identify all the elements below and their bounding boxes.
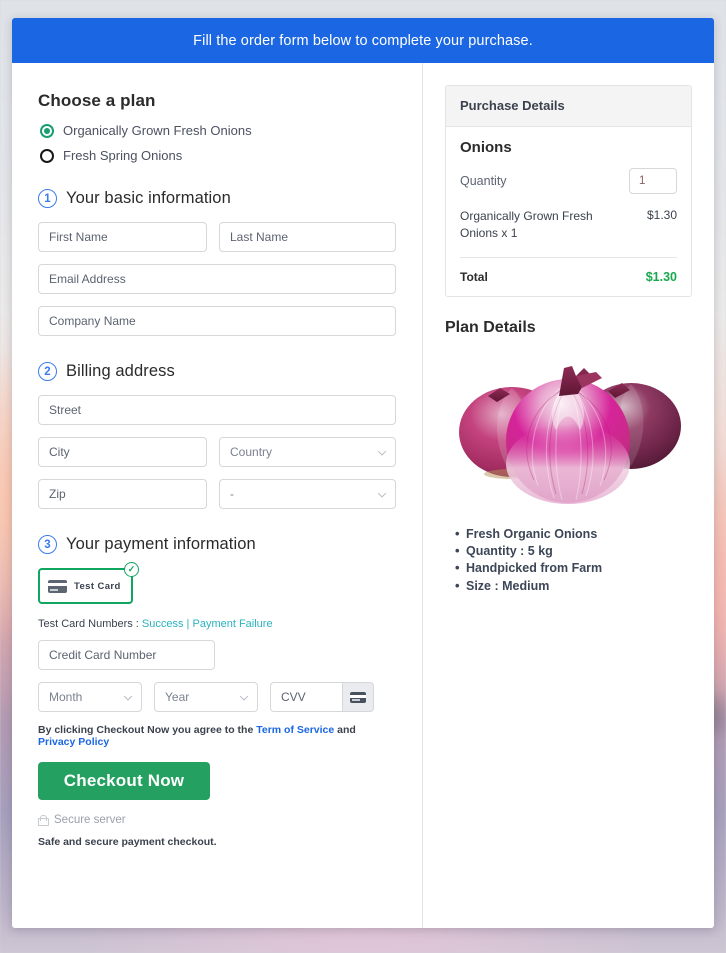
step-billing-address-header: 2 Billing address xyxy=(38,362,396,381)
plan-option-organically-grown-fresh-onions[interactable]: Organically Grown Fresh Onions xyxy=(40,123,396,138)
expiry-month-select[interactable]: Month xyxy=(38,682,142,712)
zip-state-row: Zip - xyxy=(38,479,396,509)
step-payment-information-header: 3 Your payment information xyxy=(38,535,396,554)
step-basic-information-header: 1 Your basic information xyxy=(38,189,396,208)
red-onions-illustration xyxy=(458,365,681,504)
credit-card-icon xyxy=(350,691,366,703)
name-row: First Name Last Name xyxy=(38,222,396,252)
radio-selected-icon[interactable] xyxy=(40,123,54,138)
agreement-text: By clicking Checkout Now you agree to th… xyxy=(38,724,396,748)
lock-icon xyxy=(38,814,49,826)
product-name: Onions xyxy=(460,139,512,156)
header-banner: Fill the order form below to complete yo… xyxy=(12,18,714,63)
country-select[interactable]: Country xyxy=(219,437,396,467)
list-item: Quantity : 5 kg xyxy=(455,542,692,560)
total-value: $1.30 xyxy=(645,269,677,284)
credit-card-number-input[interactable]: Credit Card Number xyxy=(38,640,215,670)
plan-option-fresh-spring-onions[interactable]: Fresh Spring Onions xyxy=(40,148,396,163)
expiry-month-value: Month xyxy=(49,690,83,704)
quantity-row: Quantity 1 xyxy=(460,168,677,194)
total-row: Total $1.30 xyxy=(460,258,677,284)
chevron-down-icon xyxy=(239,692,249,701)
terms-of-service-link[interactable]: Term of Service xyxy=(256,724,334,736)
payment-methods: Test Card ✓ xyxy=(38,562,396,604)
line-item-name: Organically Grown Fresh Onions x 1 xyxy=(460,209,593,241)
zip-input[interactable]: Zip xyxy=(38,479,207,509)
test-card-numbers-prefix: Test Card Numbers : xyxy=(38,618,142,630)
line-item-price: $1.30 xyxy=(646,208,677,222)
purchase-details-title: Purchase Details xyxy=(460,98,565,113)
step-label: Billing address xyxy=(66,362,175,380)
summary-column: Purchase Details Onions Quantity 1 Organ… xyxy=(423,63,714,928)
agreement-middle: and xyxy=(334,724,356,736)
expiry-cvv-row: Month Year CVV xyxy=(38,682,396,712)
secure-server-label: Secure server xyxy=(54,814,126,826)
first-name-input[interactable]: First Name xyxy=(38,222,207,252)
checkout-now-button[interactable]: Checkout Now xyxy=(38,762,210,800)
street-input[interactable]: Street xyxy=(38,395,396,425)
safe-checkout-note: Safe and secure payment checkout. xyxy=(38,836,217,848)
purchase-details-panel: Purchase Details Onions Quantity 1 Organ… xyxy=(445,85,692,297)
company-row: Company Name xyxy=(38,306,396,336)
total-label: Total xyxy=(460,269,488,284)
step-number-badge: 3 xyxy=(38,535,57,554)
list-item: Size : Medium xyxy=(455,577,692,595)
list-item: Fresh Organic Onions xyxy=(455,525,692,543)
card-body: Choose a plan Organically Grown Fresh On… xyxy=(12,63,714,928)
last-name-input[interactable]: Last Name xyxy=(219,222,396,252)
credit-card-number-row: Credit Card Number xyxy=(38,640,396,670)
test-card-numbers: Test Card Numbers : Success | Payment Fa… xyxy=(38,618,396,630)
step-label: Your payment information xyxy=(66,535,256,553)
privacy-policy-link[interactable]: Privacy Policy xyxy=(38,736,109,748)
quantity-label: Quantity xyxy=(460,174,507,188)
credit-card-icon xyxy=(48,579,67,593)
purchase-details-body: Onions Quantity 1 Organically Grown Fres… xyxy=(446,127,691,296)
test-card-failure-link[interactable]: Payment Failure xyxy=(192,618,272,630)
payment-method-label: Test Card xyxy=(74,580,121,592)
plan-details-title: Plan Details xyxy=(445,318,536,336)
step-number-badge: 1 xyxy=(38,189,57,208)
email-row: Email Address xyxy=(38,264,396,294)
plan-details-image xyxy=(445,345,692,510)
purchase-details-header: Purchase Details xyxy=(446,86,691,127)
check-circle-icon: ✓ xyxy=(124,562,139,577)
chevron-down-icon xyxy=(377,447,387,456)
step-label: Your basic information xyxy=(66,189,231,207)
cvv-help-button[interactable] xyxy=(342,682,374,712)
quantity-input[interactable]: 1 xyxy=(629,168,677,194)
state-select-value: - xyxy=(230,487,234,501)
cvv-input[interactable]: CVV xyxy=(270,682,342,712)
expiry-year-select[interactable]: Year xyxy=(154,682,258,712)
city-input[interactable]: City xyxy=(38,437,207,467)
step-number-badge: 2 xyxy=(38,362,57,381)
cvv-group: CVV xyxy=(270,682,374,712)
line-item: Organically Grown Fresh Onions x 1 $1.30 xyxy=(460,208,677,258)
payment-method-test-card[interactable]: Test Card ✓ xyxy=(38,562,139,604)
city-country-row: City Country xyxy=(38,437,396,467)
secure-server-note: Secure server xyxy=(38,814,396,826)
company-name-input[interactable]: Company Name xyxy=(38,306,396,336)
email-input[interactable]: Email Address xyxy=(38,264,396,294)
choose-plan-heading: Choose a plan xyxy=(38,91,156,110)
plan-option-label: Organically Grown Fresh Onions xyxy=(63,123,252,138)
street-row: Street xyxy=(38,395,396,425)
chevron-down-icon xyxy=(123,692,133,701)
expiry-year-value: Year xyxy=(165,690,190,704)
radio-unselected-icon[interactable] xyxy=(40,148,54,163)
header-banner-text: Fill the order form below to complete yo… xyxy=(193,32,533,49)
plan-option-label: Fresh Spring Onions xyxy=(63,148,183,163)
agreement-prefix: By clicking Checkout Now you agree to th… xyxy=(38,724,257,736)
state-select[interactable]: - xyxy=(219,479,396,509)
checkout-card: Fill the order form below to complete yo… xyxy=(12,18,714,928)
list-item: Handpicked from Farm xyxy=(455,559,692,577)
plan-feature-list: Fresh Organic Onions Quantity : 5 kg Han… xyxy=(445,525,692,595)
country-select-value: Country xyxy=(230,445,273,459)
test-card-success-link[interactable]: Success xyxy=(142,618,184,630)
order-form-column: Choose a plan Organically Grown Fresh On… xyxy=(12,63,422,928)
chevron-down-icon xyxy=(377,489,387,498)
